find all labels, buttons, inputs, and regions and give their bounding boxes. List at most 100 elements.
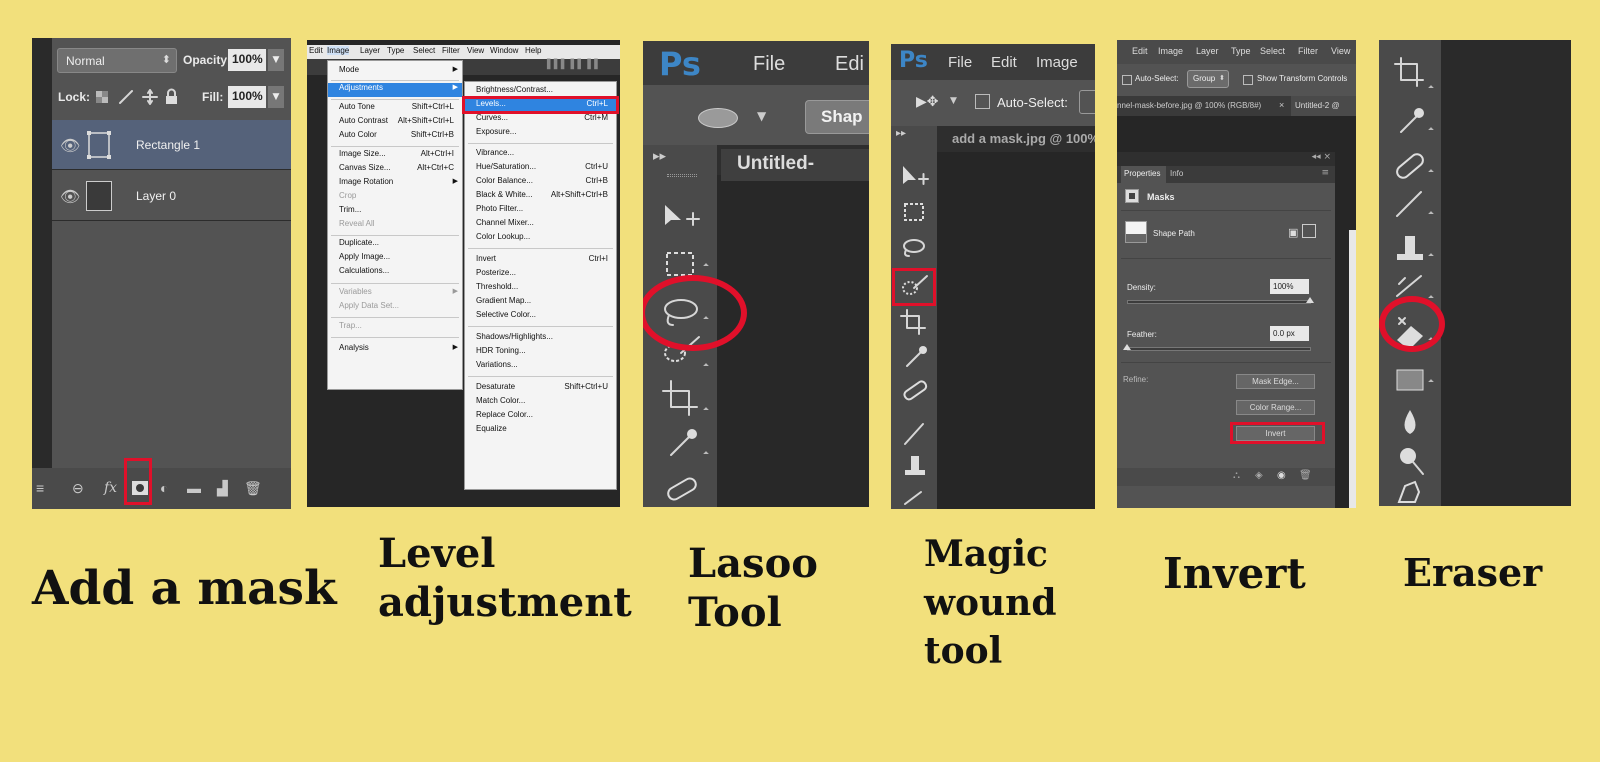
- menu-item-hdr-toning[interactable]: HDR Toning...: [465, 346, 616, 360]
- menu-item-match-color[interactable]: Match Color...: [465, 396, 616, 410]
- opacity-dropdown-icon[interactable]: ▼: [268, 49, 284, 71]
- menu-item-image-size[interactable]: Image Size... Alt+Ctrl+I: [328, 149, 462, 163]
- menu-item-analysis[interactable]: Analysis ▶: [328, 343, 462, 357]
- menu-item-black-white[interactable]: Black & White... Alt+Shift+Ctrl+B: [465, 190, 616, 204]
- menu-edit[interactable]: Edit: [991, 54, 1017, 71]
- auto-select-checkbox[interactable]: [975, 94, 990, 109]
- menu-item-variables[interactable]: Variables ▶: [328, 287, 462, 301]
- menu-image[interactable]: Image: [1036, 54, 1078, 71]
- load-selection-icon[interactable]: ⛬: [1233, 470, 1240, 481]
- menu-item-auto-color[interactable]: Auto Color Shift+Ctrl+B: [328, 130, 462, 144]
- doc-tab[interactable]: add a mask.jpg @ 100%: [937, 126, 1095, 152]
- visibility-eye-icon[interactable]: ◉: [1277, 470, 1286, 481]
- menu-layer[interactable]: Layer: [360, 46, 380, 55]
- link-layers-icon[interactable]: ⊖: [72, 480, 84, 497]
- menu-file[interactable]: File: [753, 53, 785, 76]
- doc-tab[interactable]: Untitled-: [721, 149, 869, 181]
- menu-item-mode[interactable]: Mode ▶: [328, 65, 462, 79]
- menu-item-exposure[interactable]: Exposure...: [465, 127, 616, 141]
- menu-view[interactable]: View: [467, 46, 484, 55]
- vector-mask-icon[interactable]: [1302, 224, 1316, 238]
- menu-edit[interactable]: Edit: [309, 46, 323, 55]
- tab-properties[interactable]: Properties: [1121, 166, 1166, 183]
- delete-layer-icon[interactable]: 🗑: [244, 480, 262, 497]
- density-slider[interactable]: [1127, 300, 1311, 304]
- blend-mode-select[interactable]: Normal: [57, 48, 177, 73]
- menu-item-equalize[interactable]: Equalize: [465, 424, 616, 438]
- menu-image[interactable]: Image: [327, 46, 350, 55]
- menu-view[interactable]: View: [1331, 46, 1350, 56]
- menu-item-hue-saturation[interactable]: Hue/Saturation... Ctrl+U: [465, 162, 616, 176]
- feather-field[interactable]: 0.0 px: [1270, 326, 1309, 341]
- menu-item-duplicate[interactable]: Duplicate...: [328, 238, 462, 252]
- fill-dropdown-icon[interactable]: ▼: [268, 86, 284, 108]
- doc-tab-title[interactable]: nnel-mask-before.jpg @ 100% (RGB/8#): [1117, 101, 1261, 110]
- menu-select[interactable]: Select: [1260, 46, 1285, 56]
- menu-item-crop[interactable]: Crop: [328, 191, 462, 205]
- menu-item-apply-image[interactable]: Apply Image...: [328, 252, 462, 266]
- chevron-down-icon[interactable]: ▼: [950, 96, 957, 106]
- color-range-button[interactable]: Color Range...: [1236, 400, 1315, 415]
- menu-item-trim[interactable]: Trim...: [328, 205, 462, 219]
- menu-item-shadows-highlights[interactable]: Shadows/Highlights...: [465, 332, 616, 346]
- add-mask-icon[interactable]: ▣: [1288, 226, 1298, 239]
- menu-item-invert[interactable]: Invert Ctrl+I: [465, 254, 616, 268]
- move-tool-icon[interactable]: ▶✥: [916, 94, 939, 110]
- menu-edit[interactable]: Edi: [835, 53, 864, 76]
- new-layer-icon[interactable]: ▟: [217, 480, 228, 497]
- menu-item-calculations[interactable]: Calculations...: [328, 266, 462, 280]
- adjustment-layer-icon[interactable]: ◐: [160, 480, 168, 496]
- collapse-icon[interactable]: ▸▸: [653, 149, 666, 164]
- doc-tab[interactable]: Untitled-2 @: [1291, 96, 1356, 116]
- menu-item-color-lookup[interactable]: Color Lookup...: [465, 232, 616, 246]
- menu-filter[interactable]: Filter: [1298, 46, 1318, 56]
- menu-filter[interactable]: Filter: [442, 46, 460, 55]
- menu-item-adjustments[interactable]: Adjustments ▶: [328, 83, 462, 97]
- menu-item-threshold[interactable]: Threshold...: [465, 282, 616, 296]
- density-field[interactable]: 100%: [1270, 279, 1309, 294]
- menu-item-variations[interactable]: Variations...: [465, 360, 616, 374]
- menu-item-selective-color[interactable]: Selective Color...: [465, 310, 616, 324]
- show-transform-checkbox[interactable]: [1243, 75, 1253, 85]
- menu-item-photo-filter[interactable]: Photo Filter...: [465, 204, 616, 218]
- menu-item-posterize[interactable]: Posterize...: [465, 268, 616, 282]
- menu-item-channel-mixer[interactable]: Channel Mixer...: [465, 218, 616, 232]
- fill-field[interactable]: 100%: [228, 86, 266, 108]
- menu-edit[interactable]: Edit: [1132, 46, 1148, 56]
- collapse-icon[interactable]: ▸▸: [896, 128, 906, 139]
- layer-row-rectangle-1[interactable]: 👁 Rectangle 1: [52, 120, 291, 170]
- feather-slider[interactable]: [1127, 347, 1311, 351]
- menu-item-auto-tone[interactable]: Auto Tone Shift+Ctrl+L: [328, 102, 462, 116]
- new-group-icon[interactable]: ▬: [187, 480, 201, 496]
- menu-select[interactable]: Select: [413, 46, 435, 55]
- layer-row-layer-0[interactable]: 👁 Layer 0: [52, 171, 291, 221]
- menu-item-apply-data-set[interactable]: Apply Data Set...: [328, 301, 462, 315]
- fx-icon[interactable]: fx: [104, 480, 117, 496]
- menu-item-gradient-map[interactable]: Gradient Map...: [465, 296, 616, 310]
- panel-menu-icon[interactable]: ≡: [36, 480, 44, 496]
- density-slider-thumb[interactable]: [1306, 297, 1314, 303]
- visibility-eye-icon[interactable]: 👁: [60, 187, 80, 206]
- feather-slider-thumb[interactable]: [1123, 344, 1131, 350]
- delete-icon[interactable]: 🗑: [1299, 470, 1312, 481]
- close-icon[interactable]: ×: [1279, 100, 1284, 110]
- menu-item-trap[interactable]: Trap...: [328, 321, 462, 335]
- opacity-field[interactable]: 100%: [228, 49, 266, 71]
- menu-type[interactable]: Type: [387, 46, 404, 55]
- lock-icons[interactable]: [94, 88, 184, 106]
- menu-help[interactable]: Help: [525, 46, 541, 55]
- visibility-eye-icon[interactable]: 👁: [60, 136, 80, 155]
- menu-type[interactable]: Type: [1231, 46, 1251, 56]
- mask-edge-button[interactable]: Mask Edge...: [1236, 374, 1315, 389]
- tab-info[interactable]: Info: [1170, 169, 1183, 178]
- menu-item-desaturate[interactable]: Desaturate Shift+Ctrl+U: [465, 382, 616, 396]
- apply-mask-icon[interactable]: ◈: [1255, 470, 1263, 481]
- menu-item-vibrance[interactable]: Vibrance...: [465, 148, 616, 162]
- menu-item-reveal-all[interactable]: Reveal All: [328, 219, 462, 233]
- menu-item-replace-color[interactable]: Replace Color...: [465, 410, 616, 424]
- menu-file[interactable]: File: [948, 54, 972, 71]
- collapse-icon[interactable]: ◂◂ ×: [1312, 152, 1331, 162]
- menu-image[interactable]: Image: [1158, 46, 1183, 56]
- align-icon[interactable]: ▌▌▌ ▌▌ ▌▌: [547, 60, 601, 70]
- panel-menu-icon[interactable]: ≡: [1321, 168, 1329, 178]
